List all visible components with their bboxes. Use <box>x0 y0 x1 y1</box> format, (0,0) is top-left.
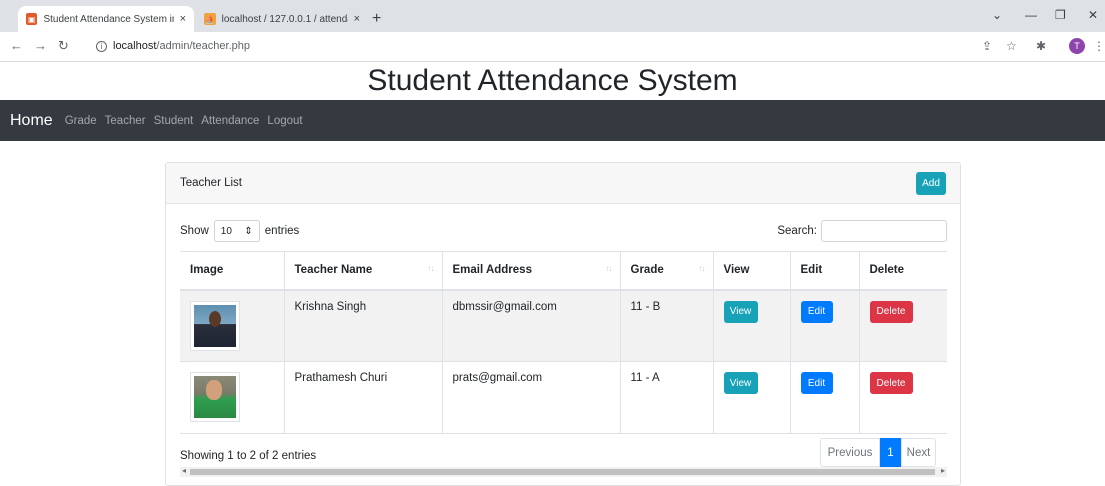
nav-link-attendance[interactable]: Attendance <box>201 115 259 127</box>
view-cell: View <box>712 361 790 434</box>
edit-button[interactable]: Edit <box>800 300 833 323</box>
grade-cell: 11 - A <box>619 361 713 434</box>
view-button[interactable]: View <box>723 300 758 323</box>
browser-tab-bar: ▣ Student Attendance System in Pi × ⛵ lo… <box>0 0 1105 32</box>
search-label: Search: <box>777 225 817 237</box>
top-navbar: Home Grade Teacher Student Attendance Lo… <box>0 100 1105 141</box>
back-icon[interactable]: ← <box>10 38 23 53</box>
window-close-icon[interactable]: ✕ <box>1088 8 1098 22</box>
entries-length: Show 10 ⇕ entries <box>180 220 299 242</box>
restore-icon[interactable]: ❐ <box>1055 8 1066 22</box>
tab-close-icon[interactable]: × <box>180 13 186 25</box>
email-cell: dbmssir@gmail.com <box>441 289 620 362</box>
column-label: Grade <box>630 264 664 277</box>
address-bar: ← → ↻ i localhost/admin/teacher.php ⇪ ☆ … <box>0 32 1105 62</box>
card-title: Teacher List <box>180 177 243 189</box>
select-arrows-icon: ⇕ <box>244 225 253 237</box>
nav-link-grade[interactable]: Grade <box>65 115 97 127</box>
table-header-row: Image Teacher Name ↑↓ Email Address ↑↓ Gra… <box>180 251 947 291</box>
email-cell: prats@gmail.com <box>441 361 620 434</box>
url-host: localhost <box>113 40 157 52</box>
view-cell: View <box>712 289 790 362</box>
column-header-teacher-name[interactable]: Teacher Name ↑↓ <box>283 251 442 291</box>
url-field[interactable]: i localhost/admin/teacher.php <box>96 40 250 52</box>
add-teacher-button[interactable]: Add <box>916 171 946 195</box>
tab-title: Student Attendance System in Pi <box>43 13 173 25</box>
sort-icon: ↑↓ <box>605 264 613 273</box>
teacher-photo-image <box>194 304 236 347</box>
horizontal-scrollbar[interactable]: ◂ ▸ <box>180 466 947 477</box>
sort-icon: ↑↓ <box>698 264 706 273</box>
edit-cell: Edit <box>789 361 859 434</box>
column-header-email[interactable]: Email Address ↑↓ <box>441 251 620 291</box>
edit-button[interactable]: Edit <box>800 372 833 394</box>
scroll-left-icon[interactable]: ◂ <box>182 466 186 475</box>
phpmyadmin-favicon-icon: ⛵ <box>204 13 216 25</box>
search-input[interactable] <box>821 220 947 242</box>
extensions-puzzle-icon[interactable]: ✱ <box>1036 39 1046 53</box>
column-header-view: View <box>712 251 790 291</box>
image-cell <box>180 361 284 434</box>
sort-icon: ↑↓ <box>427 264 435 273</box>
delete-button[interactable]: Delete <box>869 372 913 394</box>
tab-search-icon[interactable]: ⌄ <box>992 8 1002 22</box>
bookmark-star-icon[interactable]: ☆ <box>1006 39 1017 53</box>
previous-page-button[interactable]: Previous <box>820 438 880 467</box>
table-info: Showing 1 to 2 of 2 entries <box>180 450 317 462</box>
browser-tab-phpmyadmin[interactable]: ⛵ localhost / 127.0.0.1 / attendance × <box>196 6 368 32</box>
card-header: Teacher List Add <box>166 163 960 204</box>
delete-button[interactable]: Delete <box>869 300 913 323</box>
table-row: Prathamesh Churi prats@gmail.com 11 - A … <box>180 361 947 434</box>
column-label: Email Address <box>452 264 532 277</box>
browser-tab-active[interactable]: ▣ Student Attendance System in Pi × <box>18 6 194 32</box>
tab-title: localhost / 127.0.0.1 / attendance <box>221 13 348 25</box>
column-label: Teacher Name <box>294 264 373 277</box>
entries-select-value: 10 <box>220 225 232 237</box>
nav-link-logout[interactable]: Logout <box>267 115 302 127</box>
teacher-photo-image <box>194 376 236 418</box>
forward-icon[interactable]: → <box>34 38 47 53</box>
table-search: Search: <box>777 220 947 242</box>
table-row: Krishna Singh dbmssir@gmail.com 11 - B V… <box>180 289 947 362</box>
grade-cell: 11 - B <box>619 289 713 362</box>
teacher-name-cell: Prathamesh Churi <box>283 361 442 434</box>
entries-select[interactable]: 10 ⇕ <box>213 220 260 242</box>
browser-menu-icon[interactable]: ⋮ <box>1093 39 1105 53</box>
pagination: Previous 1 Next <box>820 438 936 467</box>
teacher-table: Image Teacher Name ↑↓ Email Address ↑↓ Gra… <box>180 251 947 434</box>
tab-close-icon[interactable]: × <box>354 13 360 25</box>
page-1-button[interactable]: 1 <box>880 438 901 467</box>
teacher-photo <box>190 300 240 351</box>
teacher-photo <box>190 372 240 422</box>
profile-avatar[interactable]: T <box>1069 38 1085 54</box>
nav-link-student[interactable]: Student <box>154 115 194 127</box>
entries-label: entries <box>264 225 300 237</box>
column-header-image: Image <box>180 251 284 291</box>
minimize-icon[interactable]: — <box>1025 8 1037 22</box>
teacher-list-card: Teacher List Add Show 10 ⇕ entries Searc… <box>165 162 961 486</box>
column-header-edit: Edit <box>789 251 859 291</box>
show-label: Show <box>180 225 209 237</box>
table-controls: Show 10 ⇕ entries Search: <box>180 219 947 243</box>
teacher-name-cell: Krishna Singh <box>283 289 442 362</box>
image-cell <box>180 289 284 362</box>
column-header-grade[interactable]: Grade ↑↓ <box>619 251 713 291</box>
delete-cell: Delete <box>858 289 947 362</box>
page-title: Student Attendance System <box>367 64 738 97</box>
edit-cell: Edit <box>789 289 859 362</box>
share-icon[interactable]: ⇪ <box>982 39 992 53</box>
view-button[interactable]: View <box>723 372 758 394</box>
column-header-delete: Delete <box>858 251 947 291</box>
delete-cell: Delete <box>858 361 947 434</box>
next-page-button[interactable]: Next <box>901 438 936 467</box>
site-info-icon[interactable]: i <box>96 40 107 52</box>
nav-home-link[interactable]: Home <box>10 112 53 130</box>
scroll-right-icon[interactable]: ▸ <box>941 466 945 475</box>
new-tab-icon[interactable]: + <box>372 10 381 28</box>
scrollbar-thumb[interactable] <box>190 469 935 475</box>
reload-icon[interactable]: ↻ <box>58 38 69 54</box>
nav-link-teacher[interactable]: Teacher <box>105 115 146 127</box>
url-path: /admin/teacher.php <box>156 40 250 52</box>
site-favicon-icon: ▣ <box>26 13 38 25</box>
